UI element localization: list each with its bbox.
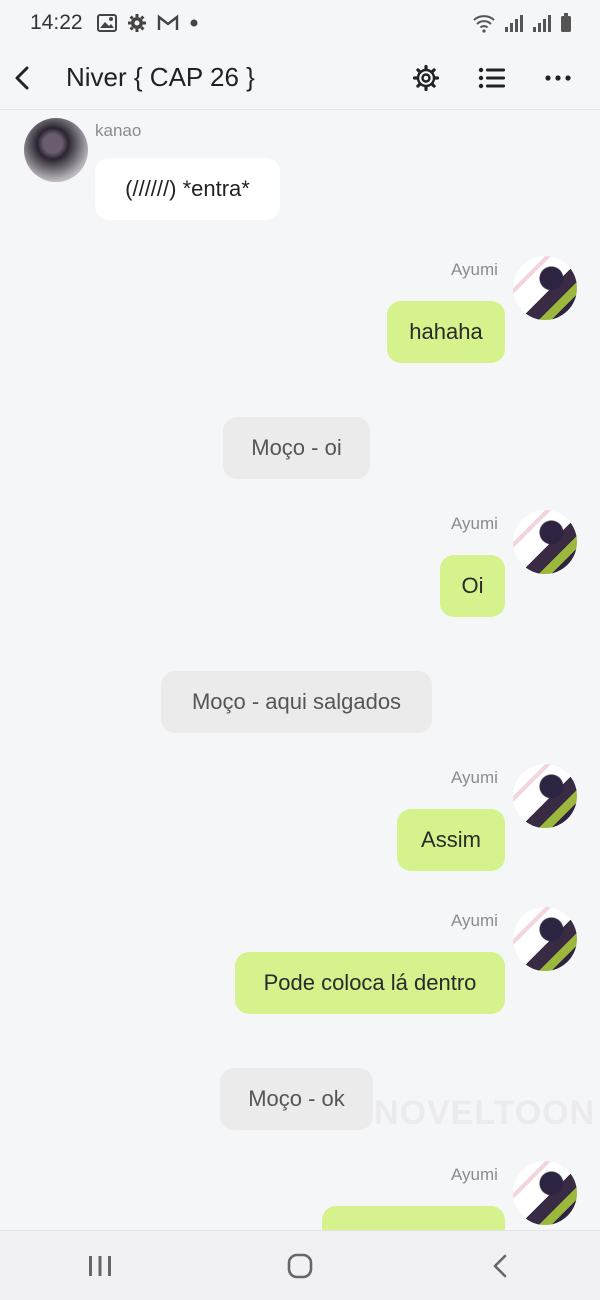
chapter-list-button[interactable] <box>464 50 520 106</box>
app-header: Niver { CAP 26 } <box>0 46 600 110</box>
narration-bubble[interactable]: Moço - oi <box>223 417 370 479</box>
settings-button[interactable] <box>398 50 454 106</box>
status-right-icons <box>472 13 572 33</box>
sender-name: Ayumi <box>451 911 498 930</box>
message-bubble[interactable]: hahaha <box>387 301 505 363</box>
message-bubble[interactable]: Pode coloca lá dentro <box>235 952 505 1014</box>
avatar[interactable] <box>513 1161 577 1225</box>
dot-icon <box>189 18 199 28</box>
header-actions <box>398 50 600 106</box>
status-time: 14:22 <box>30 11 83 34</box>
signal-icon <box>504 13 524 33</box>
watermark-logo: NOVELTOON <box>374 1094 596 1132</box>
message-bubble[interactable]: Assim <box>397 809 505 871</box>
avatar[interactable] <box>513 256 577 320</box>
narration-bubble[interactable]: Moço - ok <box>220 1068 373 1130</box>
wifi-icon <box>472 13 496 33</box>
message-bubble[interactable]: Oi <box>440 555 505 617</box>
avatar[interactable] <box>513 907 577 971</box>
battery-icon <box>560 13 572 33</box>
avatar[interactable] <box>24 118 88 182</box>
more-button[interactable] <box>530 50 586 106</box>
avatar[interactable] <box>513 510 577 574</box>
avatar[interactable] <box>513 764 577 828</box>
narration-bubble[interactable]: Moço - aqui salgados <box>161 671 432 733</box>
recent-apps-button[interactable] <box>60 1236 140 1296</box>
system-back-button[interactable] <box>460 1236 540 1296</box>
list-icon <box>478 67 505 88</box>
sender-name: Ayumi <box>451 514 498 533</box>
message-bubble[interactable]: (//////) *entra* <box>95 158 280 220</box>
sender-name: Ayumi <box>451 260 498 279</box>
system-nav-bar <box>0 1230 600 1300</box>
sender-name: kanao <box>95 121 142 140</box>
message-bubble[interactable] <box>322 1206 505 1230</box>
gear-icon <box>127 13 147 33</box>
back-icon <box>493 1254 507 1277</box>
recent-apps-icon <box>89 1255 111 1276</box>
sender-name: Ayumi <box>451 768 498 787</box>
page-title: Niver { CAP 26 } <box>66 62 255 92</box>
home-button[interactable] <box>260 1236 340 1296</box>
sender-name: Ayumi <box>451 1165 498 1184</box>
back-button[interactable] <box>0 46 52 110</box>
signal-icon <box>532 13 552 33</box>
back-arrow-icon <box>15 66 29 89</box>
home-icon <box>287 1253 313 1278</box>
status-bar: 14:22 <box>0 0 600 46</box>
settings-icon <box>412 64 440 91</box>
image-icon <box>96 14 117 32</box>
gmail-icon <box>157 14 179 32</box>
status-left-icons <box>96 13 199 33</box>
more-icon <box>545 74 571 81</box>
